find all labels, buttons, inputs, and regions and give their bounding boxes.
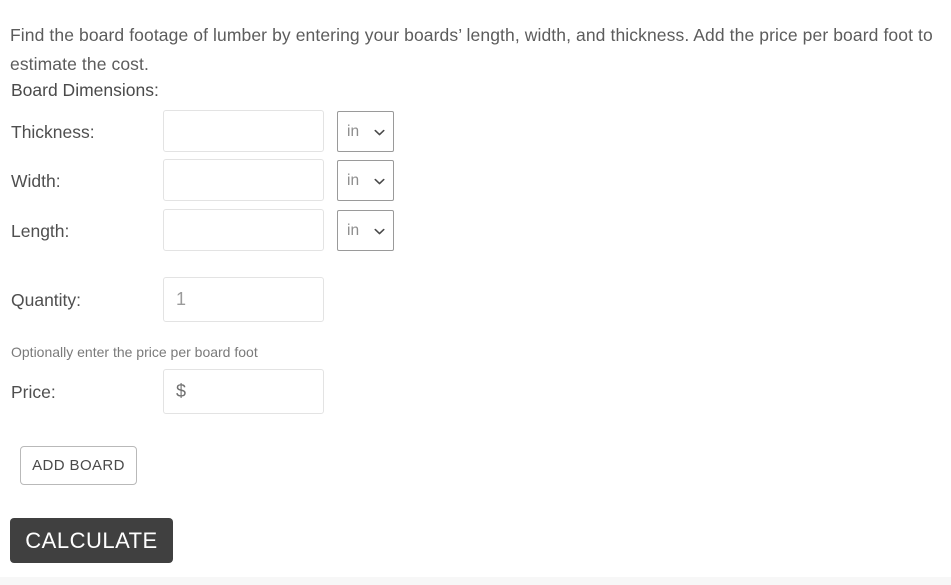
price-row: Price:: [0, 369, 420, 415]
width-input[interactable]: [163, 159, 324, 201]
calculate-button[interactable]: CALCULATE: [10, 518, 173, 563]
length-label: Length:: [11, 221, 70, 241]
thickness-row: Thickness: in: [0, 110, 420, 154]
chevron-down-icon: [374, 176, 385, 187]
thickness-unit-select[interactable]: in: [337, 111, 394, 152]
quantity-row: Quantity:: [0, 277, 420, 323]
thickness-input[interactable]: [163, 110, 324, 152]
board-foot-calculator-page: Find the board footage of lumber by ente…: [0, 0, 951, 585]
width-label: Width:: [11, 171, 61, 191]
quantity-input[interactable]: [163, 277, 324, 322]
quantity-label: Quantity:: [11, 290, 82, 310]
board-dimensions-heading: Board Dimensions:: [11, 80, 159, 100]
thickness-label: Thickness:: [11, 122, 95, 142]
length-row: Length: in: [0, 209, 420, 253]
chevron-down-icon: [374, 127, 385, 138]
price-input[interactable]: [163, 369, 324, 414]
intro-description: Find the board footage of lumber by ente…: [10, 24, 933, 74]
price-optional-note: Optionally enter the price per board foo…: [11, 344, 258, 360]
bottom-divider-band: [0, 577, 951, 585]
length-input[interactable]: [163, 209, 324, 251]
price-label: Price:: [11, 382, 56, 402]
width-unit-select[interactable]: in: [337, 160, 394, 201]
width-row: Width: in: [0, 159, 420, 203]
length-unit-select[interactable]: in: [337, 210, 394, 251]
thickness-unit-value: in: [347, 123, 360, 140]
width-unit-value: in: [347, 172, 360, 189]
length-unit-value: in: [347, 222, 360, 239]
add-board-button[interactable]: ADD BOARD: [20, 446, 137, 485]
chevron-down-icon: [374, 226, 385, 237]
